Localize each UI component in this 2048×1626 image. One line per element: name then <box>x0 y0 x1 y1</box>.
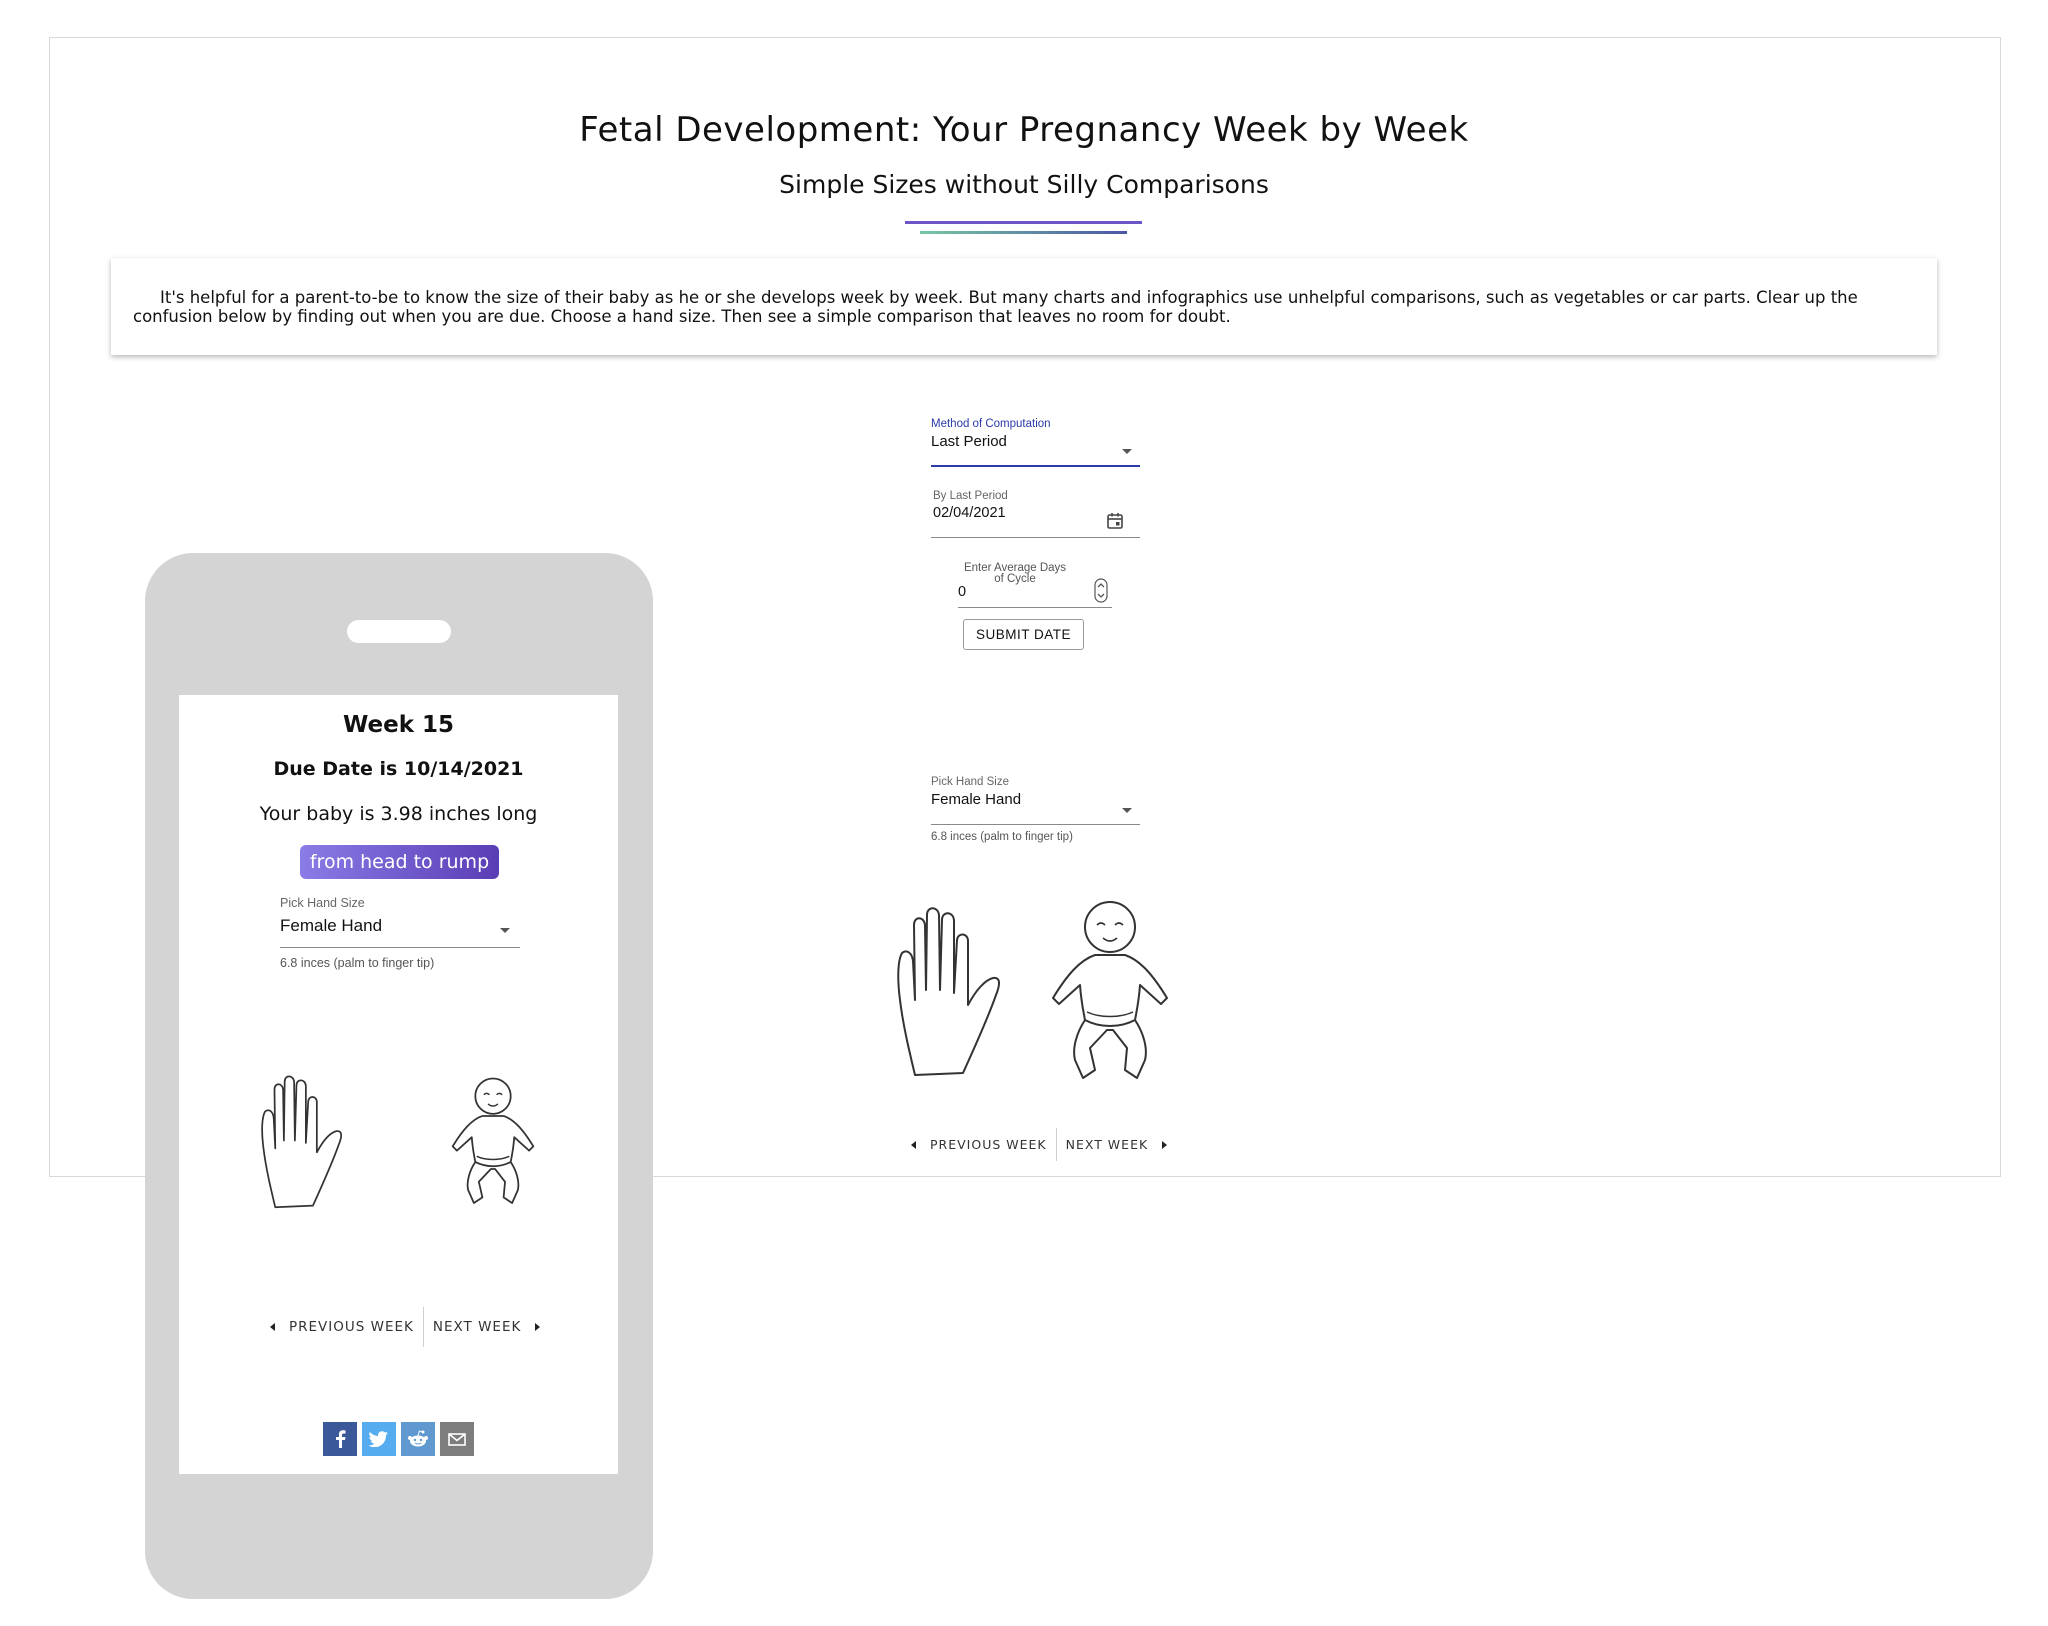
phone-week-nav: PREVIOUS WEEK NEXT WEEK <box>270 1307 541 1347</box>
hand-size-underline <box>931 824 1140 825</box>
share-email-button[interactable] <box>440 1422 474 1456</box>
next-week-button[interactable]: NEXT WEEK <box>1066 1137 1149 1152</box>
method-value: Last Period <box>931 433 1007 450</box>
hand-size-label: Pick Hand Size <box>931 776 1009 788</box>
intro-text: It's helpful for a parent-to-be to know … <box>133 288 1858 326</box>
chevron-down-icon[interactable] <box>1122 449 1132 454</box>
share-reddit-button[interactable] <box>401 1422 435 1456</box>
last-period-field[interactable]: By Last Period 02/04/2021 <box>933 490 1008 521</box>
chevron-right-icon[interactable] <box>1162 1140 1168 1149</box>
phone-speaker <box>347 620 451 643</box>
share-twitter-button[interactable] <box>362 1422 396 1456</box>
chevron-down-icon[interactable] <box>500 928 510 933</box>
phone-baby-illustration <box>451 1077 535 1204</box>
last-period-value[interactable]: 02/04/2021 <box>933 505 1008 521</box>
title-divider-gradient <box>920 231 1127 234</box>
intro-card: It's helpful for a parent-to-be to know … <box>111 258 1937 355</box>
phone-nav-divider <box>422 1307 424 1347</box>
calendar-icon[interactable] <box>1106 512 1124 530</box>
last-period-label: By Last Period <box>933 490 1008 502</box>
hand-illustration <box>897 907 1000 1076</box>
cycle-input[interactable]: 0 <box>958 584 966 600</box>
page-subtitle: Simple Sizes without Silly Comparisons <box>779 170 1269 199</box>
phone-previous-week-button[interactable]: PREVIOUS WEEK <box>289 1319 414 1335</box>
nav-divider <box>1055 1128 1057 1161</box>
previous-week-button[interactable]: PREVIOUS WEEK <box>930 1137 1047 1152</box>
phone-hand-size-label: Pick Hand Size <box>280 896 365 910</box>
method-underline <box>931 465 1140 467</box>
phone-hand-size-value: Female Hand <box>280 916 383 935</box>
chevron-right-icon[interactable] <box>535 1323 541 1331</box>
week-nav: PREVIOUS WEEK NEXT WEEK <box>911 1128 1168 1161</box>
phone-baby-size: Your baby is 3.98 inches long <box>259 803 538 825</box>
chevron-left-icon[interactable] <box>270 1323 275 1331</box>
reddit-icon <box>408 1430 428 1447</box>
email-icon <box>448 1432 466 1446</box>
title-divider-purple <box>905 221 1142 224</box>
page-title: Fetal Development: Your Pregnancy Week b… <box>579 110 1469 150</box>
phone-hand-size-underline <box>280 947 520 948</box>
phone-next-week-button[interactable]: NEXT WEEK <box>433 1319 521 1335</box>
hand-size-helper: 6.8 inces (palm to finger tip) <box>931 831 1073 843</box>
chevron-down-icon[interactable] <box>1122 808 1132 813</box>
phone-due-date: Due Date is 10/14/2021 <box>273 758 524 780</box>
phone-week-title: Week 15 <box>342 712 455 738</box>
facebook-icon <box>336 1430 346 1448</box>
phone-hand-illustration <box>261 1075 343 1209</box>
phone-hand-size-helper: 6.8 inces (palm to finger tip) <box>280 956 435 970</box>
method-label: Method of Computation <box>931 418 1051 430</box>
measure-badge: from head to rump <box>300 845 499 879</box>
method-select[interactable]: Method of Computation Last Period <box>931 418 1051 450</box>
baby-illustration <box>1052 901 1168 1079</box>
last-period-underline <box>931 537 1140 538</box>
share-facebook-button[interactable] <box>323 1422 357 1456</box>
hand-size-select[interactable]: Pick Hand Size Female Hand <box>931 776 1021 808</box>
hand-size-value: Female Hand <box>931 791 1022 808</box>
phone-hand-size-select[interactable]: Pick Hand Size Female Hand <box>280 896 382 936</box>
number-stepper-icon[interactable] <box>1094 578 1108 603</box>
cycle-label: Enter Average Days of Cycle <box>963 562 1067 585</box>
chevron-left-icon[interactable] <box>911 1140 916 1149</box>
submit-date-button[interactable]: SUBMIT DATE <box>963 619 1084 650</box>
twitter-icon <box>369 1431 388 1447</box>
cycle-underline <box>958 607 1112 608</box>
